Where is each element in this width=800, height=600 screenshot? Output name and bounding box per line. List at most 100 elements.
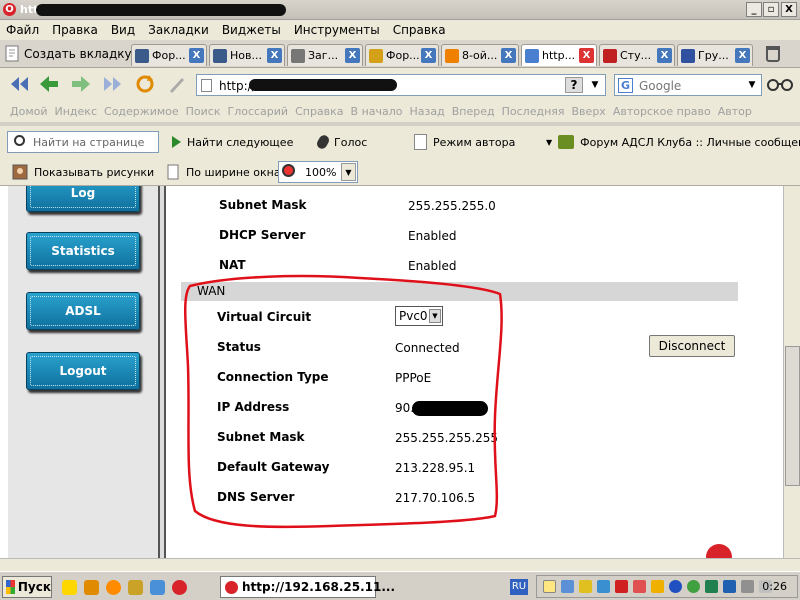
quicklaunch-fish-icon[interactable] — [84, 580, 99, 595]
scrollbar-thumb[interactable] — [785, 346, 800, 486]
menu-edit[interactable]: Правка — [52, 23, 98, 37]
link-help[interactable]: Справка — [295, 105, 343, 118]
tray-bluetooth-icon[interactable] — [669, 580, 682, 593]
voice-button[interactable]: Голос — [315, 132, 367, 152]
link-home[interactable]: Домой — [10, 105, 48, 118]
minimize-button[interactable]: _ — [746, 2, 762, 17]
link-author[interactable]: Автор — [718, 105, 752, 118]
start-button[interactable]: Пуск — [2, 576, 52, 598]
tray-display-icon[interactable] — [741, 580, 754, 593]
horizontal-scrollbar[interactable] — [0, 558, 800, 571]
disconnect-button[interactable]: Disconnect — [649, 335, 735, 357]
author-mode-button[interactable]: Режим автора — [414, 132, 515, 152]
link-last[interactable]: Последняя — [502, 105, 565, 118]
tab-favicon — [213, 48, 227, 63]
taskbar-opera-window[interactable]: http://192.168.25.11... — [220, 576, 395, 598]
statistics-button[interactable]: Statistics — [26, 232, 140, 270]
tab-5[interactable]: 8-ой... X — [441, 44, 519, 66]
tab-3[interactable]: Заг... X — [287, 44, 363, 66]
edit-pencil-icon[interactable] — [166, 74, 188, 94]
find-on-page-input[interactable]: Найти на странице — [7, 131, 159, 153]
menu-widgets[interactable]: Виджеты — [222, 23, 281, 37]
chevron-down-icon[interactable]: ▼ — [341, 163, 356, 181]
virtual-circuit-label: Virtual Circuit — [217, 310, 312, 324]
fast-forward-icon[interactable] — [102, 74, 124, 94]
link-copyright[interactable]: Авторское право — [613, 105, 711, 118]
trash-icon[interactable] — [766, 46, 780, 62]
find-next-button[interactable]: Найти следующее — [172, 132, 293, 152]
rewind-icon[interactable] — [8, 74, 30, 94]
tray-calendar-icon[interactable] — [543, 580, 556, 593]
virtual-circuit-select[interactable]: Pvc0 ▼ — [395, 306, 443, 326]
link-top[interactable]: В начало — [351, 105, 403, 118]
link-back[interactable]: Назад — [410, 105, 445, 118]
link-index[interactable]: Индекс — [55, 105, 98, 118]
quicklaunch-at-icon[interactable] — [106, 580, 121, 595]
chevron-down-icon[interactable]: ▼ — [429, 309, 441, 323]
tray-antivirus-icon[interactable] — [633, 580, 646, 593]
quicklaunch-pencil-icon[interactable] — [62, 580, 77, 595]
tray-shield-icon[interactable] — [615, 580, 628, 593]
tray-tools-icon[interactable] — [579, 580, 592, 593]
tab-close-icon[interactable]: X — [579, 48, 594, 63]
fit-width-button[interactable]: По ширине окна — [166, 162, 281, 182]
forward-arrow-icon[interactable] — [70, 74, 92, 94]
tab-close-icon[interactable]: X — [501, 48, 516, 63]
quicklaunch-browser-icon[interactable] — [150, 580, 165, 595]
tray-li-icon[interactable] — [723, 580, 736, 593]
tab-close-icon[interactable]: X — [345, 48, 360, 63]
quicklaunch-opera-icon[interactable] — [172, 580, 187, 595]
title-bar: O http _ ▫ X — [0, 0, 800, 20]
tab-close-icon[interactable]: X — [267, 48, 282, 63]
view-toolbar: Показывать рисунки По ширине окна — [0, 156, 800, 186]
chevron-down-icon[interactable]: ▼ — [745, 77, 759, 93]
vertical-scrollbar[interactable] — [783, 186, 800, 558]
link-up[interactable]: Вверх — [572, 105, 606, 118]
tab-close-icon[interactable]: X — [735, 48, 750, 63]
tab-6-active[interactable]: http... X — [521, 44, 597, 66]
close-window-button[interactable]: X — [781, 2, 797, 17]
tray-pencil-icon[interactable] — [651, 580, 664, 593]
maximize-button[interactable]: ▫ — [763, 2, 779, 17]
show-images-button[interactable]: Показывать рисунки — [12, 162, 154, 182]
tray-icq-icon[interactable] — [687, 580, 700, 593]
reload-icon[interactable] — [134, 74, 156, 94]
tab-close-icon[interactable]: X — [421, 48, 436, 63]
back-arrow-icon[interactable] — [38, 74, 60, 94]
language-indicator[interactable]: RU — [510, 579, 528, 595]
site-info-button[interactable]: ? — [565, 77, 583, 93]
link-forward[interactable]: Вперед — [452, 105, 495, 118]
tab-8[interactable]: Гру... X — [677, 44, 753, 66]
tray-computer-icon[interactable] — [597, 580, 610, 593]
tab-2[interactable]: Нов... X — [209, 44, 285, 66]
glasses-icon[interactable] — [766, 76, 794, 92]
tray-status-icon[interactable] — [705, 580, 718, 593]
menu-file[interactable]: Файл — [6, 23, 39, 37]
log-button[interactable]: Log — [26, 186, 140, 212]
address-bar[interactable]: http:// ? ▼ — [196, 74, 606, 96]
menu-bookmarks[interactable]: Закладки — [148, 23, 209, 37]
menu-help[interactable]: Справка — [393, 23, 446, 37]
tab-7[interactable]: Сту... X — [599, 44, 675, 66]
chevron-down-icon[interactable]: ▼ — [587, 77, 603, 93]
tab-1[interactable]: Фор... X — [131, 44, 207, 66]
tab-favicon — [369, 48, 383, 63]
forum-link-button[interactable]: ▼ Форум АДСЛ Клуба :: Личные сообщения — [546, 132, 800, 152]
tab-4[interactable]: Фор... X — [365, 44, 439, 66]
search-box[interactable]: G Google ▼ — [614, 74, 762, 96]
tab-close-icon[interactable]: X — [657, 48, 672, 63]
link-glossary[interactable]: Глоссарий — [227, 105, 288, 118]
adsl-button[interactable]: ADSL — [26, 292, 140, 330]
link-contents[interactable]: Содержимое — [104, 105, 179, 118]
google-icon[interactable]: G — [618, 78, 633, 93]
logout-button[interactable]: Logout — [26, 352, 140, 390]
dropdown-arrow-icon[interactable]: ▼ — [546, 138, 552, 147]
new-tab-button[interactable]: Создать вкладку — [4, 43, 132, 65]
menu-view[interactable]: Вид — [111, 23, 135, 37]
menu-tools[interactable]: Инструменты — [294, 23, 380, 37]
tab-close-icon[interactable]: X — [189, 48, 204, 63]
quicklaunch-tool-icon[interactable] — [128, 580, 143, 595]
link-search[interactable]: Поиск — [186, 105, 221, 118]
zoom-select[interactable]: 100% ▼ — [278, 161, 358, 183]
tray-network-icon[interactable] — [561, 580, 574, 593]
